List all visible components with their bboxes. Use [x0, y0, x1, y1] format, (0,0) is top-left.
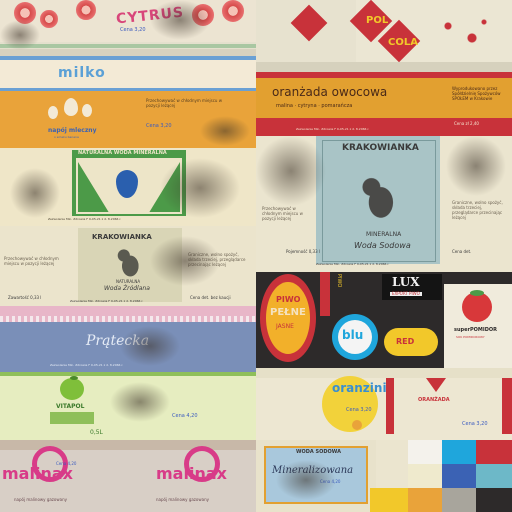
- swatch-grey: [442, 488, 476, 512]
- lux-sub: EXPORT PIWO: [390, 291, 422, 296]
- pratecka-approval: Zezwolenie Min. Zdrowia F 9-05-21 z d. 8…: [50, 363, 124, 367]
- swatch-teal: [476, 464, 512, 488]
- grapefruit-slice-icon: [40, 10, 58, 28]
- grapefruit-slice-icon: [222, 0, 244, 22]
- pigeon-icon: [116, 248, 142, 278]
- oranzada-price: Cena zł 2,40: [454, 121, 479, 126]
- natural-approval: Zezwolenie Min. Zdrowia F 9-05-21 z d. 8…: [48, 217, 122, 221]
- krak-small-volume: Zawartość 0,33 l: [8, 295, 42, 300]
- oranzada-notes: Wyprodukowano przez Spółdzielnię Spożywc…: [452, 86, 501, 101]
- piwo-line1: PIWO: [276, 295, 301, 304]
- vitapol-label: VITAPOL 0,5L Cena 4,20: [0, 372, 256, 440]
- swatch-blue: [442, 464, 476, 488]
- krakowianka-big-label: KRAKOWIANKA MINERALNA Woda Sodowa Zezwol…: [256, 136, 512, 272]
- milko-label: milko napój mleczny o smaku banana Przec…: [0, 56, 256, 148]
- krak-small-title: KRAKOWIANKA: [92, 233, 152, 241]
- cytrus-price: Cena 3,20: [120, 27, 146, 33]
- krak-big-subtitle: MINERALNA: [366, 231, 402, 238]
- sodowa-title: WODA SODOWA: [296, 449, 341, 455]
- krak-small-approval: Zezwolenie Min. Zdrowia F 9-05-21 z d. 8…: [70, 299, 144, 303]
- grapefruit-slice-icon: [76, 0, 96, 20]
- piwo-line2: PEŁNE: [270, 307, 306, 318]
- color-swatch-grid: [370, 440, 512, 512]
- milko-price: Cena 3,20: [146, 123, 172, 129]
- cocktail-glass-icon: [426, 378, 446, 392]
- swatch-cyan: [442, 440, 476, 464]
- coctail-price: Cena 3,20: [462, 421, 488, 427]
- oranzini-price: Cena 3,20: [346, 407, 372, 413]
- oranzada-label: oranżada owocowa malina · cytryna · poma…: [256, 72, 512, 136]
- krak-big-approval: Zezwolenie Min. Zdrowia F 9-05-21 z d. 8…: [316, 262, 390, 266]
- pigeon-icon: [360, 176, 398, 220]
- piwo-line3: JASNE: [276, 323, 294, 330]
- milk-drop-icon: [82, 104, 92, 117]
- apple-icon: [60, 378, 84, 400]
- malinax-brand-2: malinax: [156, 464, 227, 483]
- vitapol-brand: VITAPOL: [56, 403, 85, 410]
- tomato-icon: [462, 292, 492, 322]
- krak-small-left: Przechowywać w chłodnym miejscu w pozycj…: [4, 256, 59, 266]
- swatch-pale: [408, 464, 442, 488]
- milko-sub: o smaku banana: [54, 135, 79, 139]
- natural-title: NATURALNA WODA MINERALNA: [78, 150, 167, 156]
- apple-leaf-icon: [70, 376, 78, 380]
- malinax-sub-2: napój malinowy gazowany: [156, 497, 209, 502]
- krak-big-title: KRAKOWIANKA: [342, 143, 419, 153]
- texture-atlas: CYTRUS Cena 3,20 POL COLA milko napój ml…: [0, 0, 512, 512]
- swatch-white: [408, 440, 442, 464]
- lux-brand: LUX: [392, 275, 420, 289]
- beer-cluster: PIWO PEŁNE JASNE PIWO LUX EXPORT PIWO bl…: [256, 272, 512, 368]
- polcola-word-cola: COLA: [388, 37, 418, 48]
- coctail-brand: ORANŻADA: [418, 397, 450, 403]
- krak-small-subtitle: NATURALNA: [116, 279, 141, 284]
- milko-product: napój mleczny: [48, 127, 97, 134]
- natural-water-label: NATURALNA WODA MINERALNA Zezwolenie Min.…: [0, 148, 256, 226]
- oranzada-approval: Zezwolenie Min. Zdrowia F 9-05-21 z d. 8…: [296, 127, 370, 131]
- pomidor-brand: superPOMIDOR: [454, 327, 497, 333]
- bubble-decoration-icon: [436, 14, 496, 54]
- tomato-leaf-icon: [470, 290, 484, 296]
- milko-brand: milko: [58, 65, 106, 81]
- krak-small-script: Woda Źródlana: [104, 285, 150, 292]
- krak-big-left: Przechowywać w chłodnym miejscu w pozycj…: [262, 206, 303, 221]
- piwo-side: PIWO: [336, 274, 342, 288]
- swatch-yellow: [370, 488, 408, 512]
- cytrus-label: CYTRUS Cena 3,20: [0, 0, 256, 56]
- krak-big-right: Graniczne, wolno spożyć, składa trzeciej…: [452, 200, 503, 220]
- green-circle-icon: [352, 420, 362, 430]
- malinax-sub-1: napój malinowy gazowany: [14, 497, 67, 502]
- krak-small-price: Cena det. bez kaucji: [190, 295, 231, 300]
- krak-big-volume: Pojemność 0,33 l: [286, 249, 321, 254]
- krak-big-script: Woda Sodowa: [354, 241, 411, 250]
- malinax-price-1: Cena 4,20: [56, 461, 77, 466]
- swatch-red: [476, 440, 512, 464]
- malinax-brand-1: malinax: [2, 464, 73, 483]
- oranzini-label: oranzini Cena 3,20 ORANŻADA Cena 3,20: [256, 368, 512, 440]
- milko-desc: Przechowywać w chłodnym miejscu w pozycj…: [146, 98, 222, 108]
- milk-drop-icon: [64, 98, 78, 116]
- red-text: RED: [396, 337, 415, 346]
- milk-drop-icon: [48, 106, 58, 119]
- swatch-dark: [476, 488, 512, 512]
- pratecka-label: Prątecka Zezwolenie Min. Zdrowia F 9-05-…: [0, 306, 256, 372]
- malinax-label: malinax napój malinowy gazowany Cena 4,2…: [0, 440, 256, 512]
- vitapol-volume: 0,5L: [90, 429, 103, 436]
- pomidor-sub: SOK POMIDOROWY: [456, 335, 485, 339]
- blu-text: blu: [342, 328, 364, 342]
- oranzada-flavors: malina · cytryna · pomarańcza: [276, 103, 353, 109]
- krakowianka-small-label: KRAKOWIANKA NATURALNA Woda Źródlana Zezw…: [0, 226, 256, 306]
- swatch-orange: [408, 488, 442, 512]
- oranzini-brand: oranzini: [332, 381, 387, 395]
- vitapol-price: Cena 4,20: [172, 413, 198, 419]
- krak-big-price: Cena det.: [452, 249, 472, 254]
- polcola-word-pol: POL: [366, 15, 389, 26]
- oranzada-title: oranżada owocowa: [272, 85, 388, 99]
- polcola-label: POL COLA: [256, 0, 512, 72]
